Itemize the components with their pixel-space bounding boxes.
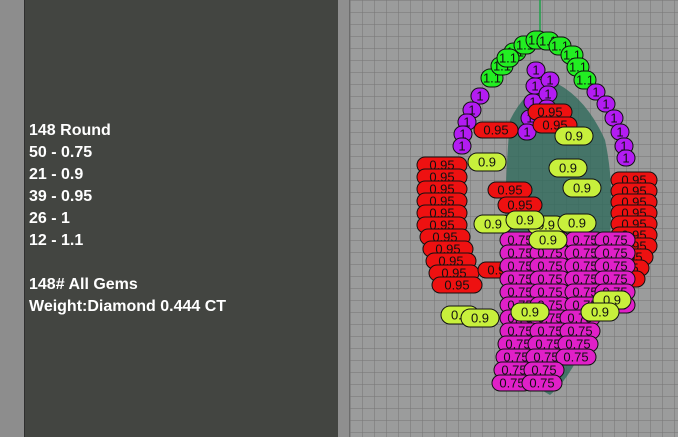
- gem-size-label: 1: [622, 151, 629, 166]
- gem-size-label: 1: [544, 87, 551, 102]
- gem-size-label: 0.95: [444, 278, 469, 293]
- 3d-viewport[interactable]: 1.11.11.11.11.11.11.11.11.11.11.11111111…: [350, 0, 678, 437]
- gem-size-label: 0.75: [563, 350, 588, 365]
- gem-size-label: 1: [458, 139, 465, 154]
- gem-marker[interactable]: 0.9: [580, 302, 620, 322]
- gem-marker[interactable]: 0.9: [548, 158, 588, 178]
- gem-marker[interactable]: 0.75: [521, 374, 563, 392]
- gem-size-label: 1: [523, 125, 530, 140]
- gem-size-label: 1: [610, 111, 617, 126]
- gem-marker[interactable]: 0.95: [487, 181, 533, 199]
- gem-size-label: 0.9: [471, 311, 489, 326]
- gem-size-label: 1: [602, 97, 609, 112]
- summary-line-095: 39 - 0.95: [29, 188, 93, 205]
- panel-splitter[interactable]: [338, 0, 349, 437]
- gem-size-label: 0.95: [507, 198, 532, 213]
- gem-size-label: 0.75: [529, 376, 554, 391]
- gem-size-label: 0.9: [516, 213, 534, 228]
- gem-size-label: 0.9: [568, 216, 586, 231]
- gem-size-label: 0.9: [559, 161, 577, 176]
- gem-marker[interactable]: 0.9: [460, 308, 500, 328]
- summary-line-075: 50 - 0.75: [29, 144, 93, 161]
- gem-size-label: 0.9: [539, 233, 557, 248]
- gem-marker[interactable]: 0.9: [505, 210, 545, 230]
- gem-marker[interactable]: 0.95: [473, 121, 519, 139]
- gem-size-label: 1: [616, 125, 623, 140]
- summary-line-11: 12 - 1.1: [29, 232, 84, 249]
- gem-size-label: 1: [531, 79, 538, 94]
- gem-size-label: 0.9: [573, 181, 591, 196]
- gem-size-label: 1: [592, 85, 599, 100]
- gem-size-label: 0.95: [483, 123, 508, 138]
- gem-marker[interactable]: 0.9: [467, 152, 507, 172]
- gem-size-label: 0.95: [497, 183, 522, 198]
- summary-line-weight: Weight:Diamond 0.444 CT: [29, 298, 227, 315]
- gem-layout-canvas: 1.11.11.11.11.11.11.11.11.11.11.11111111…: [416, 0, 658, 395]
- gem-marker[interactable]: 1: [616, 149, 636, 167]
- gem-summary: 148 Round 50 - 0.75 21 - 0.9 39 - 0.95 2…: [29, 120, 226, 318]
- gem-marker[interactable]: 0.9: [554, 126, 594, 146]
- gem-size-label: 0.9: [484, 217, 502, 232]
- gem-size-label: 1.1: [499, 51, 517, 66]
- info-panel: 148 Round 50 - 0.75 21 - 0.9 39 - 0.95 2…: [0, 0, 350, 437]
- gem-size-label: 0.9: [521, 305, 539, 320]
- summary-line-1: 26 - 1: [29, 210, 70, 227]
- gem-marker[interactable]: 0.9: [557, 213, 597, 233]
- gem-layer: 1.11.11.11.11.11.11.11.11.11.11.11111111…: [416, 30, 658, 392]
- gem-marker[interactable]: 0.9: [562, 178, 602, 198]
- gem-size-label: 1: [476, 89, 483, 104]
- gem-size-label: 0.75: [499, 376, 524, 391]
- gem-size-label: 1: [532, 63, 539, 78]
- gem-marker[interactable]: 1.1: [496, 48, 520, 68]
- gem-marker[interactable]: 0.75: [555, 348, 597, 366]
- gem-size-label: 0.9: [478, 155, 496, 170]
- gem-size-label: 0.9: [565, 129, 583, 144]
- gem-size-label: 1: [546, 73, 553, 88]
- gem-marker[interactable]: 0.9: [510, 302, 550, 322]
- summary-line-round-count: 148 Round: [29, 122, 111, 139]
- summary-line-09: 21 - 0.9: [29, 166, 84, 183]
- gem-marker[interactable]: 0.9: [528, 230, 568, 250]
- gem-marker[interactable]: 0.95: [431, 276, 483, 294]
- gem-size-label: 0.9: [591, 305, 609, 320]
- summary-line-all-gems: 148# All Gems: [29, 276, 138, 293]
- gem-marker[interactable]: 1: [452, 137, 472, 155]
- summary-spacer: [29, 252, 226, 274]
